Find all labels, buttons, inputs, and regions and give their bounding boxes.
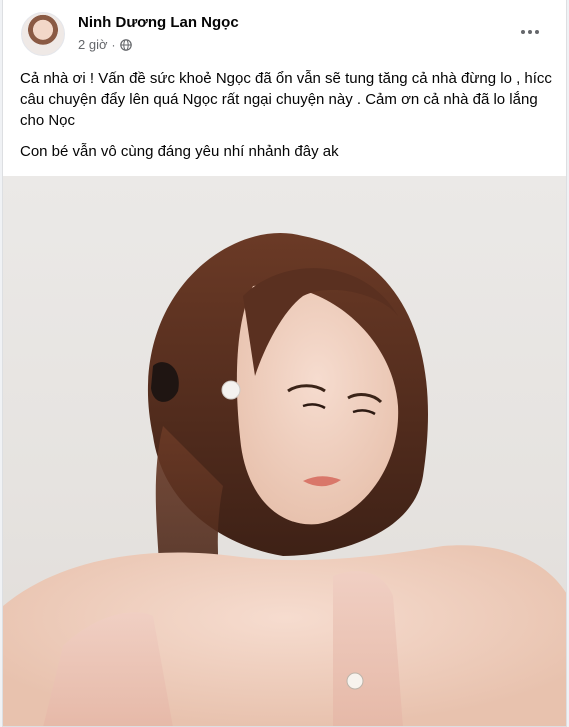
more-dot — [528, 30, 532, 34]
post-message: Cả nhà ơi ! Vấn đề sức khoẻ Ngọc đã ổn v… — [20, 68, 556, 172]
more-dot — [521, 30, 525, 34]
more-options-icon[interactable] — [512, 18, 548, 46]
post-timestamp[interactable]: 2 giờ — [78, 37, 108, 52]
post-photo[interactable] — [3, 176, 566, 726]
post-paragraph: Cả nhà ơi ! Vấn đề sức khoẻ Ngọc đã ổn v… — [20, 70, 552, 129]
meta-separator: · — [111, 37, 116, 52]
more-dot — [535, 30, 539, 34]
author-name[interactable]: Ninh Dương Lan Ngọc — [78, 14, 239, 31]
post-card: Ninh Dương Lan Ngọc 2 giờ · Cả nhà ơi ! … — [2, 0, 567, 727]
post-paragraph: Con bé vẫn vô cùng đáng yêu nhí nhảnh đâ… — [20, 143, 339, 160]
portrait-illustration — [3, 232, 566, 726]
globe-icon[interactable] — [119, 38, 132, 51]
post-meta: 2 giờ · — [78, 37, 132, 52]
author-avatar[interactable] — [21, 12, 65, 56]
post-header: Ninh Dương Lan Ngọc 2 giờ · — [3, 0, 566, 64]
